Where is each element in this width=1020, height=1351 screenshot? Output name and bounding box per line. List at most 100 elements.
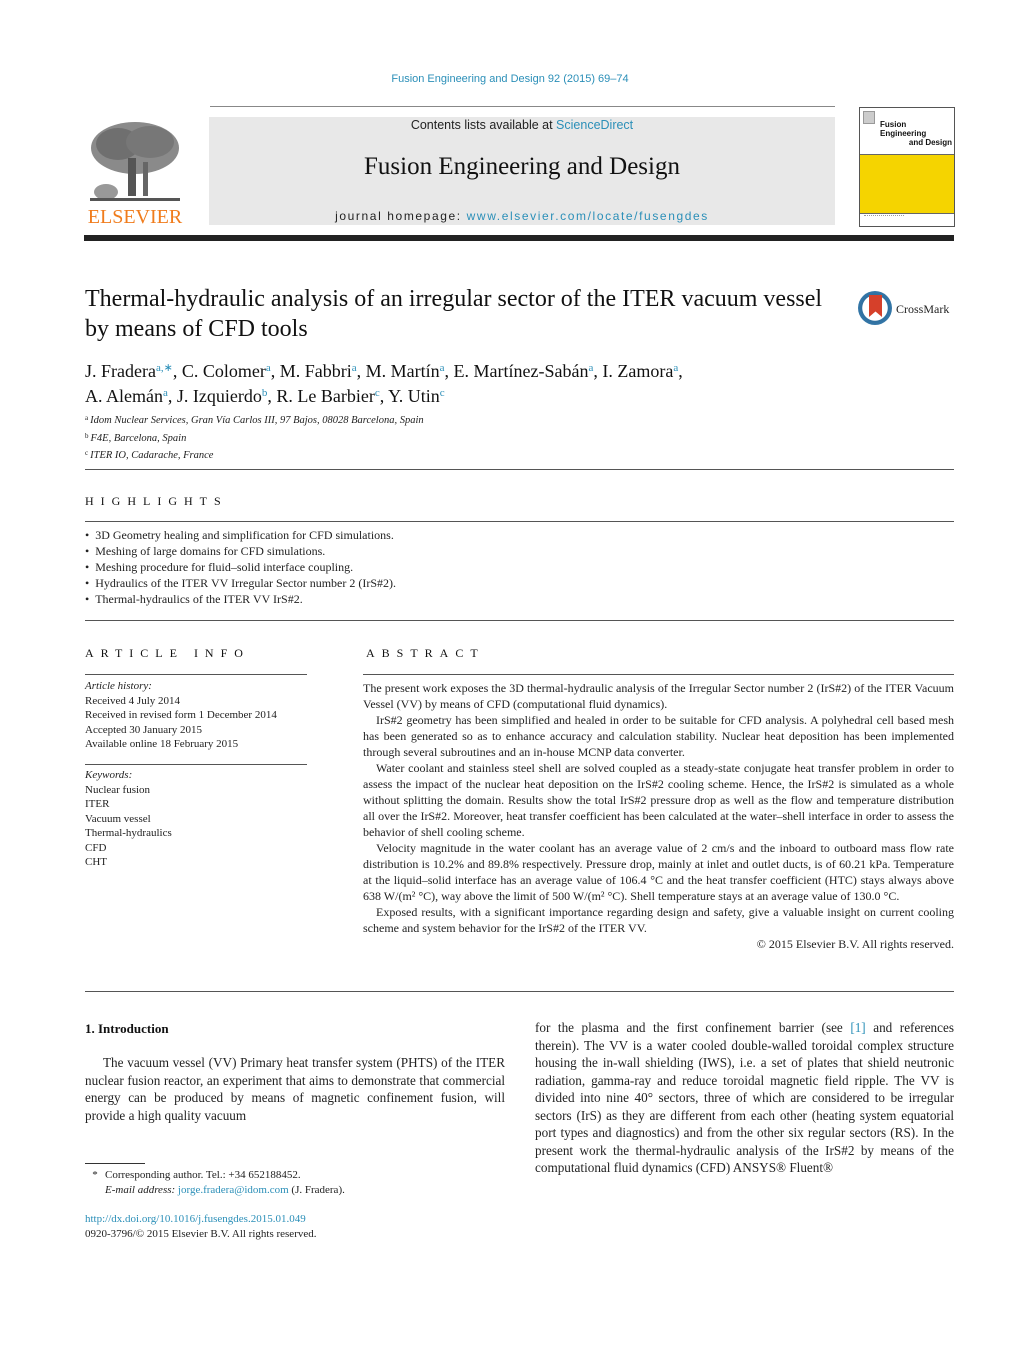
abstract-paragraph: Exposed results, with a significant impo… (363, 905, 954, 935)
article-history: Article history: Received 4 July 2014 Re… (85, 679, 277, 752)
body-text: for the plasma and the first confinement… (535, 1020, 851, 1035)
divider (85, 521, 954, 522)
highlight-item: Meshing of large domains for CFD simulat… (85, 543, 396, 559)
divider (85, 469, 954, 470)
abstract-paragraph: IrS#2 geometry has been simplified and h… (363, 713, 954, 759)
footnote-marker: * (92, 1169, 98, 1181)
highlights-list: 3D Geometry healing and simplification f… (85, 527, 396, 607)
history-item: Accepted 30 January 2015 (85, 723, 202, 736)
author[interactable]: I. Zamoraa (602, 361, 678, 381)
homepage-line: journal homepage: www.elsevier.com/locat… (209, 209, 835, 223)
author[interactable]: Y. Utinc (388, 386, 445, 406)
introduction-heading: 1. Introduction (85, 1021, 169, 1036)
introduction-left-column: The vacuum vessel (VV) Primary heat tran… (85, 1055, 505, 1123)
author[interactable]: A. Alemána (85, 386, 168, 406)
history-item: Received in revised form 1 December 2014 (85, 709, 277, 721)
elsevier-logo[interactable]: ELSEVIER (84, 116, 186, 228)
highlight-item: Hydraulics of the ITER VV Irregular Sect… (85, 575, 396, 591)
affiliation: b F4E, Barcelona, Spain (85, 431, 187, 444)
abstract-paragraph: Velocity magnitude in the water coolant … (363, 841, 954, 903)
affiliation-marker: a (163, 387, 168, 399)
corresponding-author-note: * Corresponding author. Tel.: +34 6521884… (85, 1168, 345, 1183)
abstract-body: The present work exposes the 3D thermal-… (363, 680, 954, 952)
sciencedirect-link[interactable]: ScienceDirect (556, 118, 633, 132)
cover-top: Fusion Engineering and Design (860, 108, 954, 154)
tree-icon (90, 122, 180, 201)
issn-copyright: 0920-3796/© 2015 Elsevier B.V. All right… (85, 1227, 317, 1240)
keyword: ITER (85, 798, 110, 810)
abstract-copyright: © 2015 Elsevier B.V. All rights reserved… (756, 937, 954, 951)
affiliation: a Idom Nuclear Services, Gran Vía Carlos … (85, 414, 424, 426)
journal-cover-thumbnail[interactable]: Fusion Engineering and Design (859, 107, 955, 227)
footnote-rule (85, 1163, 145, 1164)
email-link[interactable]: jorge.fradera@idom.com (178, 1184, 289, 1196)
keyword: CFD (85, 841, 107, 854)
affiliation-marker: c (374, 387, 380, 399)
article-info-heading: ARTICLE INFO (85, 646, 250, 660)
reference-link[interactable]: [1] (850, 1020, 865, 1035)
author[interactable]: M. Martína (366, 361, 445, 381)
crossmark-label: CrossMark (896, 302, 950, 316)
highlights-heading: HIGHLIGHTS (85, 494, 228, 508)
affiliation-marker: a,∗ (155, 362, 173, 374)
divider (85, 991, 954, 992)
cover-title-line1: Fusion Engineering (880, 120, 927, 138)
affiliation-marker: a (265, 362, 271, 374)
body-text: and references therein). The VV is a wat… (535, 1020, 954, 1175)
cover-logo-icon (863, 111, 875, 124)
highlight-item: 3D Geometry healing and simplification f… (85, 527, 396, 543)
contents-prefix: Contents lists available at (410, 118, 557, 132)
divider (85, 674, 307, 675)
header-rule (210, 106, 835, 107)
journal-citation-link[interactable]: Fusion Engineering and Design 92 (2015) … (0, 73, 1020, 85)
divider (363, 674, 954, 675)
author-list: J. Fraderaa,∗, C. Colomera, M. Fabbria, … (85, 361, 683, 406)
affiliation-marker: a (673, 362, 679, 374)
history-item: Received 4 July 2014 (85, 694, 181, 707)
author[interactable]: C. Colomera (182, 361, 271, 381)
email-note: E-mail address: jorge.fradera@idom.com (… (105, 1183, 345, 1196)
cover-yellow-panel (860, 154, 954, 214)
journal-name: Fusion Engineering and Design (364, 153, 680, 180)
history-label: Article history: (85, 680, 152, 692)
cover-title-line2: and Design (908, 138, 952, 147)
divider (85, 764, 307, 765)
keyword: Vacuum vessel (85, 812, 151, 825)
keyword: Thermal-hydraulics (85, 827, 172, 839)
keyword: Nuclear fusion (85, 783, 151, 796)
affiliation-marker: b (261, 387, 268, 399)
author[interactable]: J. Izquierdob (177, 386, 267, 406)
cover-footer (864, 215, 904, 224)
author[interactable]: M. Fabbria (280, 361, 357, 381)
masthead-thick-rule (84, 235, 954, 241)
footnotes: * Corresponding author. Tel.: +34 6521884… (85, 1168, 345, 1197)
abstract-heading: ABSTRACT (366, 646, 485, 660)
homepage-prefix: journal homepage: (335, 209, 467, 223)
introduction-right-column: for the plasma and the first confinement… (535, 1019, 954, 1177)
cover-title: Fusion Engineering and Design (880, 120, 954, 147)
keywords-label: Keywords: (85, 769, 133, 781)
keywords: Keywords: Nuclear fusion ITER Vacuum ves… (85, 768, 172, 870)
affiliation-marker: a (439, 362, 445, 374)
affiliation-marker: a (588, 362, 594, 374)
affiliations: a Idom Nuclear Services, Gran Vía Carlos … (85, 411, 424, 464)
author[interactable]: R. Le Barbierc (276, 386, 379, 406)
keyword: CHT (85, 856, 107, 868)
history-item: Available online 18 February 2015 (85, 738, 239, 750)
affiliation-marker: c (439, 387, 445, 399)
contents-line: Contents lists available at ScienceDirec… (209, 118, 835, 132)
elsevier-wordmark: ELSEVIER (87, 206, 183, 228)
journal-masthead: Contents lists available at ScienceDirec… (209, 117, 835, 225)
author[interactable]: E. Martínez-Sabána (454, 361, 594, 381)
doi-link[interactable]: http://dx.doi.org/10.1016/j.fusengdes.20… (85, 1212, 317, 1227)
highlight-item: Meshing procedure for fluid–solid interf… (85, 559, 396, 575)
highlight-item: Thermal-hydraulics of the ITER VV IrS#2. (85, 591, 396, 607)
author[interactable]: J. Fraderaa,∗ (85, 361, 173, 381)
affiliation-marker: a (351, 362, 357, 374)
article-title: Thermal-hydraulic analysis of an irregul… (85, 286, 823, 342)
crossmark-button[interactable]: CrossMark (858, 290, 958, 330)
affiliation: c ITER IO, Cadarache, France (85, 449, 214, 461)
divider (85, 620, 954, 621)
abstract-paragraph: The present work exposes the 3D thermal-… (363, 681, 954, 711)
journal-homepage-link[interactable]: www.elsevier.com/locate/fusengdes (467, 209, 709, 223)
